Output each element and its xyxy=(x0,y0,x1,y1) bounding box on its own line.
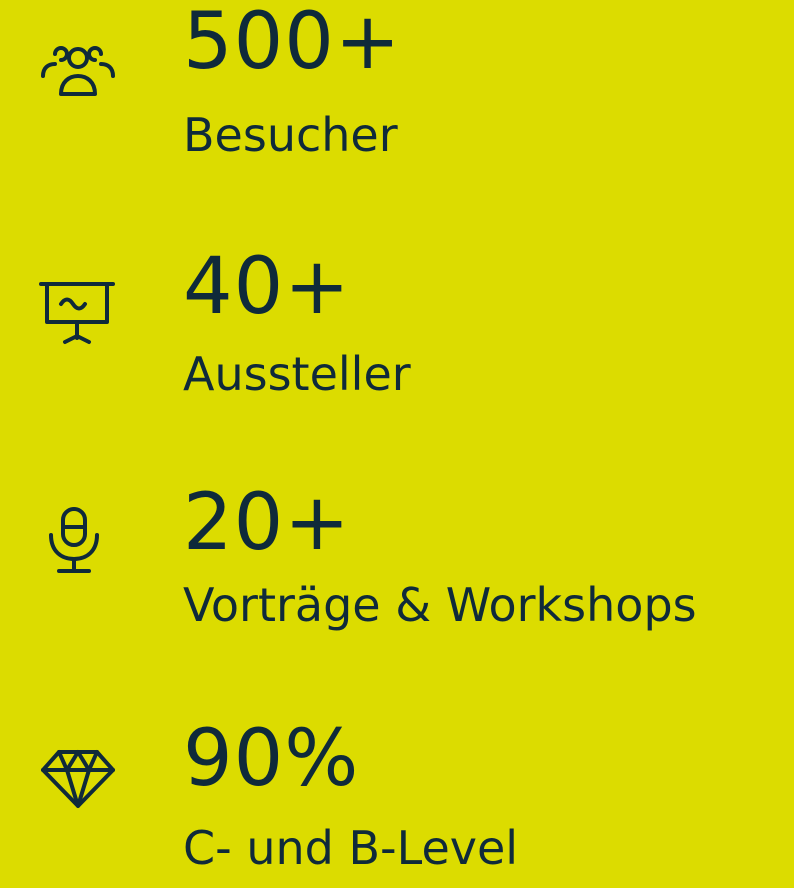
stat-label: Vorträge & Workshops xyxy=(183,578,697,632)
stat-c-b-level: 90% C- und B-Level xyxy=(0,708,794,888)
stat-value: 90% xyxy=(183,714,360,804)
stat-exhibitors: 40+ Aussteller xyxy=(0,236,794,416)
stat-value: 20+ xyxy=(183,478,351,568)
microphone-icon xyxy=(37,497,119,579)
stat-talks: 20+ Vorträge & Workshops xyxy=(0,472,794,652)
stat-visitors: 500+ Besucher xyxy=(0,0,794,180)
presentation-board-icon xyxy=(37,264,119,346)
stat-label: Aussteller xyxy=(183,347,411,401)
users-group-icon xyxy=(37,30,119,112)
diamond-icon xyxy=(37,730,119,812)
stat-label: Besucher xyxy=(183,108,398,162)
stat-value: 500+ xyxy=(183,0,402,87)
stat-value: 40+ xyxy=(183,242,351,332)
stat-label: C- und B-Level xyxy=(183,821,519,875)
